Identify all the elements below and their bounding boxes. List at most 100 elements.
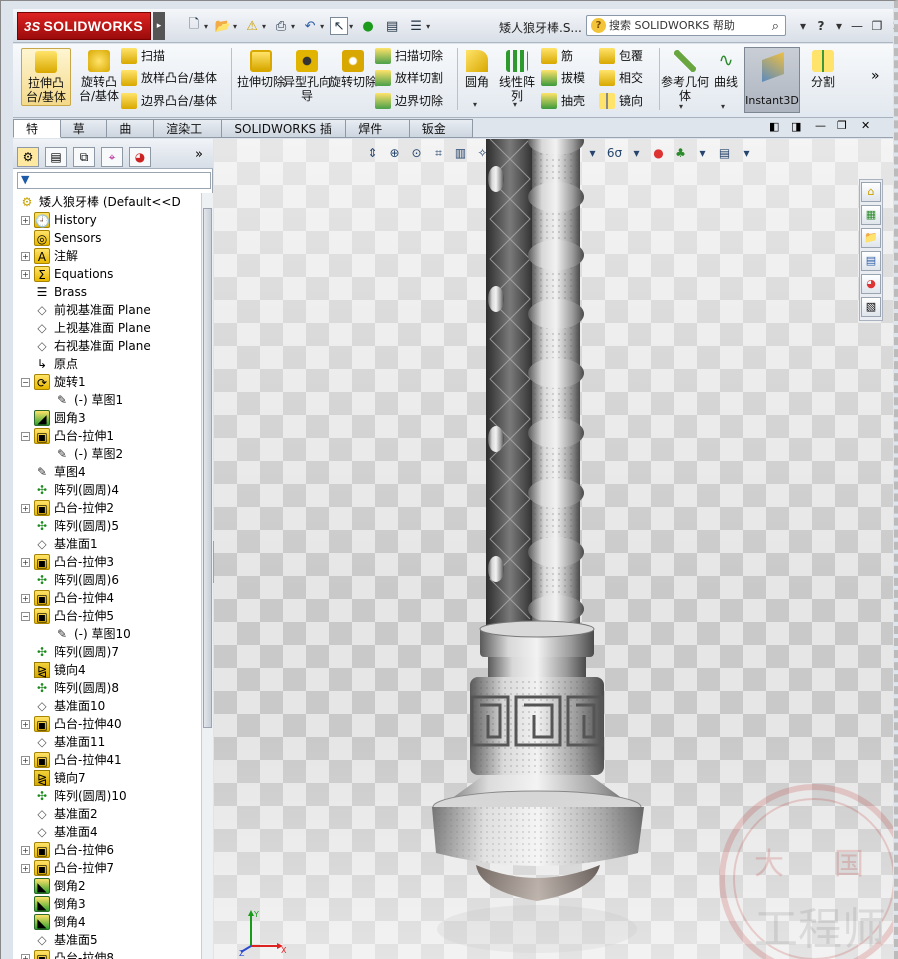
- minimize-icon[interactable]: —: [849, 18, 865, 34]
- scrollbar-thumb[interactable]: [203, 208, 212, 728]
- hole-wizard-button[interactable]: 异型孔向导: [281, 48, 333, 106]
- tree-item[interactable]: ◣ 倒角4: [21, 913, 86, 931]
- select-dropdown-icon[interactable]: ▾: [349, 22, 353, 31]
- options-dropdown-icon[interactable]: ▾: [426, 22, 430, 31]
- more-commands-icon[interactable]: »: [871, 68, 880, 84]
- tree-item[interactable]: + ▣ 凸台-拉伸4: [21, 589, 114, 607]
- instant3d-button[interactable]: Instant3D: [744, 47, 800, 113]
- extrude-cut-button[interactable]: 拉伸切除: [235, 48, 287, 106]
- tab-sketch[interactable]: 草图: [60, 119, 108, 154]
- tree-item[interactable]: ◇ 基准面5: [21, 931, 97, 949]
- tree-item[interactable]: ◢ 圆角3: [21, 409, 86, 427]
- tree-item[interactable]: ◇ 基准面4: [21, 823, 97, 841]
- appearances-icon[interactable]: ◕: [861, 274, 881, 294]
- tile-left-icon[interactable]: ◧: [769, 120, 779, 133]
- doc-minimize-icon[interactable]: —: [815, 119, 826, 132]
- tree-item[interactable]: ✣ 阵列(圆周)10: [21, 787, 127, 805]
- boundary-boss-button[interactable]: 边界凸台/基体: [121, 91, 217, 111]
- magnifier-icon[interactable]: ⌕: [772, 17, 779, 36]
- curves-button[interactable]: ∿ 曲线: [709, 48, 743, 106]
- open-folder-icon[interactable]: 📂: [214, 17, 232, 35]
- tree-item[interactable]: ◇ 基准面11: [21, 733, 105, 751]
- tree-item[interactable]: ⧎ 镜向7: [21, 769, 86, 787]
- app-logo[interactable]: 3S SOLIDWORKS: [17, 12, 151, 40]
- doc-restore-icon[interactable]: ❐: [837, 119, 847, 132]
- tree-item[interactable]: ✎ (-) 草图10: [41, 625, 131, 643]
- tree-item[interactable]: ◇ 基准面10: [21, 697, 105, 715]
- tree-item[interactable]: − ▣ 凸台-拉伸5: [21, 607, 114, 625]
- tree-item[interactable]: ↳ 原点: [21, 355, 78, 373]
- expand-icon[interactable]: +: [21, 557, 30, 567]
- tree-item[interactable]: + Σ Equations: [21, 265, 113, 283]
- tree-item[interactable]: ✣ 阵列(圆周)6: [21, 571, 119, 589]
- expand-icon[interactable]: +: [21, 719, 30, 729]
- reference-dropdown-icon[interactable]: ▾: [679, 102, 683, 111]
- tree-item[interactable]: ◇ 上视基准面 Plane: [21, 319, 150, 337]
- tree-item[interactable]: + ▣ 凸台-拉伸7: [21, 859, 114, 877]
- collapse-icon[interactable]: −: [21, 431, 30, 441]
- tree-item[interactable]: ◣ 倒角3: [21, 895, 86, 913]
- help-icon[interactable]: ?: [813, 18, 829, 34]
- expand-icon[interactable]: +: [21, 953, 30, 959]
- expand-icon[interactable]: +: [21, 863, 30, 873]
- file-properties-icon[interactable]: ▤: [383, 17, 401, 35]
- mirror-button[interactable]: 镜向: [599, 91, 643, 111]
- new-dropdown-icon[interactable]: ▾: [204, 22, 208, 31]
- tab-features[interactable]: 特征: [13, 119, 61, 154]
- view-palette-icon[interactable]: ▤: [861, 251, 881, 271]
- tree-item[interactable]: ✎ 草图4: [21, 463, 86, 481]
- feature-manager-tab-icon[interactable]: ⚙: [17, 147, 39, 167]
- shell-button[interactable]: 抽壳: [541, 91, 585, 111]
- expand-icon[interactable]: +: [21, 755, 30, 765]
- tree-item[interactable]: ◇ 右视基准面 Plane: [21, 337, 150, 355]
- home-icon[interactable]: ⌂: [861, 182, 881, 202]
- custom-properties-icon[interactable]: ▧: [861, 297, 881, 317]
- tree-scrollbar[interactable]: [201, 193, 213, 959]
- search-dropdown-icon[interactable]: ▾: [795, 18, 811, 34]
- display-manager-tab-icon[interactable]: ◕: [129, 147, 151, 167]
- tree-item[interactable]: + ▣ 凸台-拉伸2: [21, 499, 114, 517]
- tree-item[interactable]: + ▣ 凸台-拉伸8: [21, 949, 114, 959]
- configuration-manager-tab-icon[interactable]: ⧉: [73, 147, 95, 167]
- pattern-dropdown-icon[interactable]: ▾: [513, 100, 517, 109]
- tile-right-icon[interactable]: ◨: [791, 120, 801, 133]
- doc-close-icon[interactable]: ✕: [861, 119, 870, 132]
- tree-filter-input[interactable]: ▼: [17, 172, 211, 189]
- model-mace[interactable]: 大 国 工程师: [214, 139, 893, 959]
- tree-item[interactable]: + ▣ 凸台-拉伸41: [21, 751, 122, 769]
- revolve-cut-button[interactable]: 旋转切除: [327, 48, 379, 106]
- draft-button[interactable]: 拔模: [541, 68, 585, 88]
- undo-dropdown-icon[interactable]: ▾: [320, 22, 324, 31]
- tree-item[interactable]: ◇ 前视基准面 Plane: [21, 301, 150, 319]
- help-search-input[interactable]: ? 搜索 SOLIDWORKS 帮助 ⌕: [586, 15, 786, 36]
- boundary-cut-button[interactable]: 边界切除: [375, 91, 443, 111]
- tab-sheet-metal[interactable]: 钣金(H): [409, 119, 474, 154]
- swept-cut-button[interactable]: 扫描切除: [375, 46, 443, 66]
- tree-item[interactable]: + ▣ 凸台-拉伸40: [21, 715, 122, 733]
- expand-icon[interactable]: +: [21, 845, 30, 855]
- tree-item[interactable]: − ⟳ 旋转1: [21, 373, 86, 391]
- rebuild-traffic-light-icon[interactable]: ●: [359, 17, 377, 35]
- lofted-cut-button[interactable]: 放样切割: [375, 68, 443, 88]
- tree-item[interactable]: + ▣ 凸台-拉伸6: [21, 841, 114, 859]
- tree-item[interactable]: ✣ 阵列(圆周)4: [21, 481, 119, 499]
- property-manager-tab-icon[interactable]: ▤: [45, 147, 67, 167]
- linear-pattern-button[interactable]: 线性阵列: [495, 48, 539, 106]
- help-dropdown-icon[interactable]: ▾: [831, 18, 847, 34]
- options-icon[interactable]: ☰: [407, 17, 425, 35]
- tree-item[interactable]: ✎ (-) 草图2: [41, 445, 123, 463]
- expand-icon[interactable]: +: [21, 215, 30, 225]
- fillet-dropdown-icon[interactable]: ▾: [473, 100, 477, 109]
- tab-surfaces[interactable]: 曲面: [107, 119, 155, 154]
- curves-dropdown-icon[interactable]: ▾: [721, 102, 725, 111]
- close-icon[interactable]: ✕: [889, 18, 894, 34]
- select-cursor-icon[interactable]: ↖: [330, 17, 349, 35]
- open-dropdown-icon[interactable]: ▾: [233, 22, 237, 31]
- panel-expand-icon[interactable]: »: [195, 147, 203, 162]
- collapse-icon[interactable]: −: [21, 611, 30, 621]
- undo-icon[interactable]: ↶: [301, 17, 319, 35]
- new-document-icon[interactable]: 🗋: [185, 17, 203, 35]
- tree-item[interactable]: ☰ Brass: [21, 283, 87, 301]
- tree-item[interactable]: + A 注解: [21, 247, 78, 265]
- wrap-button[interactable]: 包覆: [599, 46, 643, 66]
